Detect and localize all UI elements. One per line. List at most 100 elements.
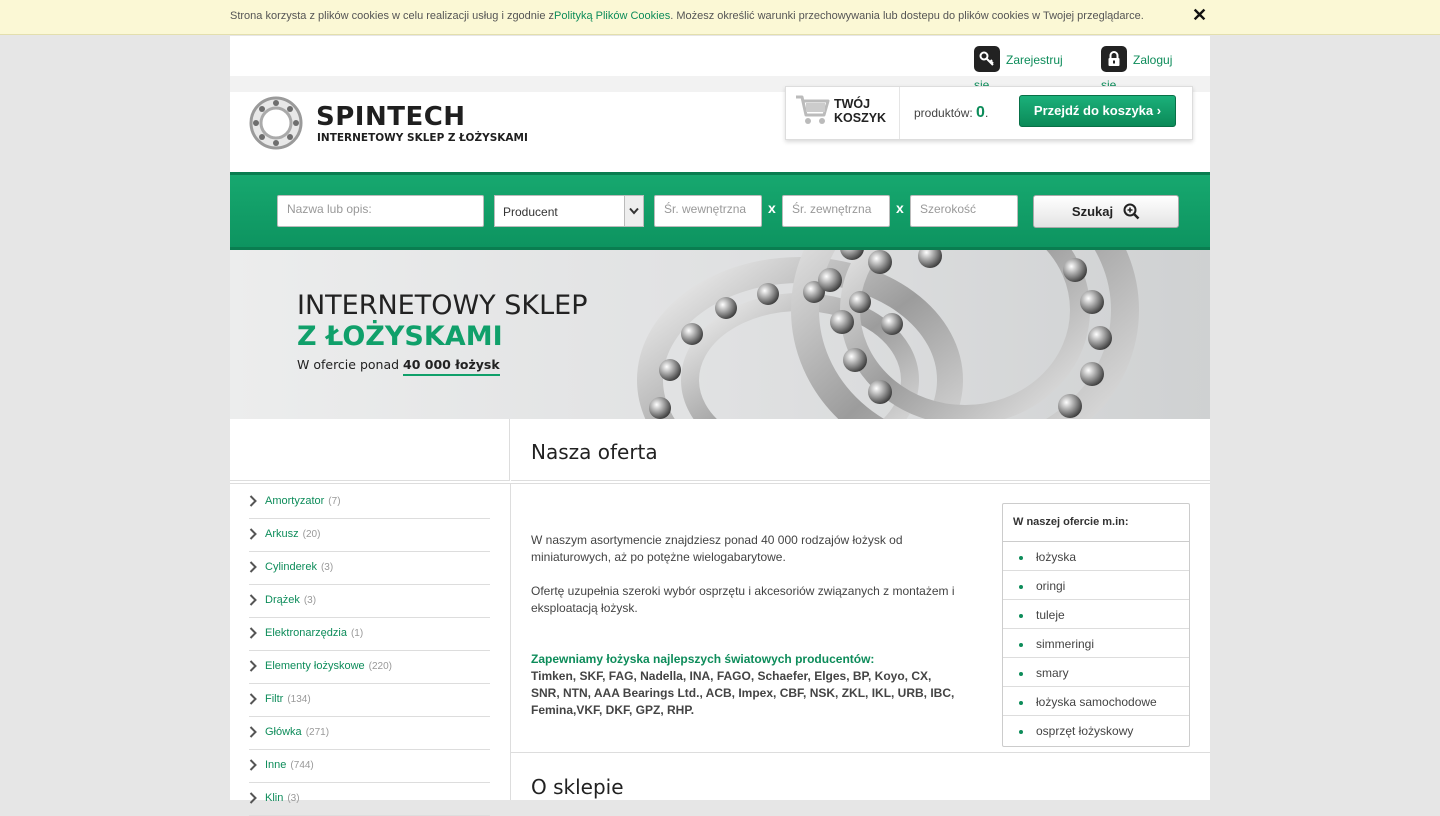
banner-tagline-prefix: W ofercie ponad (297, 357, 404, 372)
category-label: Elementy łożyskowe (220) (265, 660, 393, 672)
offer-list-item: oringi (1003, 571, 1189, 600)
close-icon[interactable]: ✕ (1192, 6, 1207, 24)
go-to-cart-button[interactable]: Przejdź do koszyka › (1019, 95, 1176, 127)
offer-box: W naszej ofercie m.in: łożyska oringi tu… (1002, 503, 1190, 747)
cookie-policy-link[interactable]: Polityką Plików Cookies (554, 10, 670, 22)
chevron-down-icon (624, 196, 643, 226)
cookie-bar: Strona korzysta z plików cookies w celu … (0, 0, 1440, 35)
category-label: Amortyzator (7) (265, 495, 341, 507)
search-button[interactable]: Szukaj (1033, 195, 1179, 228)
producer-select-value: Producent (503, 205, 558, 219)
chevron-right-icon (249, 528, 257, 540)
zoom-in-icon (1123, 203, 1140, 220)
separator-x-1: x (768, 200, 776, 216)
bullet-icon (1019, 730, 1023, 734)
offer-list-item: osprzęt łożyskowy (1003, 716, 1189, 744)
logo-title: SPINTECH (316, 102, 466, 132)
offer-box-title: W naszej ofercie m.in: (1003, 504, 1189, 542)
name-search-input[interactable]: Nazwa lub opis: (277, 195, 484, 227)
offer-paragraph-1: W naszym asortymencie znajdziesz ponad 4… (531, 533, 903, 564)
category-sidebar: Amortyzator (7) Arkusz (20) Cylinderek (3) … (230, 483, 511, 816)
banner-tagline: W ofercie ponad 40 000 łożysk (297, 357, 500, 376)
chevron-right-icon (249, 594, 257, 606)
key-icon (974, 46, 1000, 72)
about-shop-title: O sklepie (531, 775, 624, 799)
category-label: Cylinderek (3) (265, 561, 334, 573)
inner-diameter-input[interactable]: Śr. wewnętrzna (654, 195, 762, 227)
banner-heading-line2: Z ŁOŻYSKAMI (297, 321, 503, 352)
producer-select[interactable]: Producent (494, 195, 644, 227)
chevron-right-icon (249, 693, 257, 705)
producers-paragraph: Zapewniamy łożyska najlepszych światowyc… (531, 651, 961, 719)
bullet-icon (1019, 701, 1023, 705)
cart-count-label: produktów: (914, 106, 973, 120)
bullet-icon (1019, 672, 1023, 676)
category-label: Klin (3) (265, 792, 300, 804)
bearing-logo-icon (249, 96, 303, 150)
outer-diameter-input[interactable]: Śr. zewnętrzna (782, 195, 890, 227)
cart-title-line2: KOSZYK (834, 111, 887, 125)
hero-banner: INTERNETOWY SKLEP Z ŁOŻYSKAMI W ofercie … (230, 250, 1210, 419)
page-title: Nasza oferta (531, 440, 658, 464)
search-button-label: Szukaj (1071, 204, 1114, 219)
category-item[interactable]: Drążek (3) (249, 585, 490, 618)
bullet-icon (1019, 614, 1023, 618)
offer-paragraph-2: Ofertę uzupełnia szeroki wybór osprzętu … (531, 584, 955, 615)
login-label: Zaloguj (1133, 53, 1173, 67)
offer-list-item: simmeringi (1003, 629, 1189, 658)
cart-icon (796, 95, 830, 124)
page: Zarejestruj się Zaloguj się SPINTECH INT… (230, 36, 1210, 816)
bullet-icon (1019, 585, 1023, 589)
logo[interactable]: SPINTECH INTERNETOWY SKLEP Z ŁOŻYSKAMI (248, 92, 528, 154)
sidebar-header (230, 419, 510, 481)
chevron-right-icon (249, 759, 257, 771)
cart-count: produktów: 0. (899, 87, 988, 139)
cart-count-value: 0 (976, 104, 985, 121)
offer-list-item: tuleje (1003, 600, 1189, 629)
category-item[interactable]: Inne (744) (249, 750, 490, 783)
offer-list-item: smary (1003, 658, 1189, 687)
category-item[interactable]: Elektronarzędzia (1) (249, 618, 490, 651)
category-label: Inne (744) (265, 759, 314, 771)
offer-list-item: łożyska samochodowe (1003, 687, 1189, 716)
banner-heading-line1: INTERNETOWY SKLEP (297, 290, 588, 321)
cookie-text-after: . Możesz określić warunki przechowywania… (670, 10, 1144, 22)
separator-x-2: x (896, 200, 904, 216)
chevron-right-icon (249, 792, 257, 804)
category-label: Arkusz (20) (265, 528, 321, 540)
chevron-right-icon (249, 726, 257, 738)
main-header: Nasza oferta (511, 419, 1210, 481)
logo-subtitle: INTERNETOWY SKLEP Z ŁOŻYSKAMI (317, 132, 528, 144)
category-label: Elektronarzędzia (1) (265, 627, 364, 639)
bearing-image (637, 250, 1139, 419)
category-label: Filtr (134) (265, 693, 311, 705)
category-label: Drążek (3) (265, 594, 317, 606)
search-bar: Nazwa lub opis: Producent Śr. wewnętrzna… (230, 172, 1210, 250)
producers-heading: Zapewniamy łożyska najlepszych światowyc… (531, 652, 875, 666)
cart-title: TWÓJ KOSZYK (834, 97, 886, 125)
width-input[interactable]: Szerokość (910, 195, 1018, 227)
register-label: Zarejestruj (1006, 53, 1063, 67)
banner-tagline-highlight: 40 000 łożysk (403, 357, 500, 376)
chevron-right-icon (249, 660, 257, 672)
bullet-icon (1019, 643, 1023, 647)
category-item[interactable]: Cylinderek (3) (249, 552, 490, 585)
offer-list-item: łożyska (1003, 542, 1189, 571)
category-item[interactable]: Arkusz (20) (249, 519, 490, 552)
category-label: Główka (271) (265, 726, 330, 738)
lock-icon (1101, 46, 1127, 72)
bullet-icon (1019, 556, 1023, 560)
cookie-text: Strona korzysta z plików cookies w celu … (230, 10, 1144, 22)
category-item[interactable]: Amortyzator (7) (249, 486, 490, 519)
cart-count-suffix: . (984, 106, 989, 120)
chevron-right-icon (249, 627, 257, 639)
chevron-right-icon (249, 561, 257, 573)
category-item[interactable]: Główka (271) (249, 717, 490, 750)
category-item[interactable]: Filtr (134) (249, 684, 490, 717)
category-item[interactable]: Elementy łożyskowe (220) (249, 651, 490, 684)
offer-section: W naszym asortymencie znajdziesz ponad 4… (511, 483, 1210, 753)
cart-title-line1: TWÓJ (834, 97, 871, 111)
chevron-right-icon (249, 495, 257, 507)
cart-widget: TWÓJ KOSZYK produktów: 0. Przejdź do kos… (785, 86, 1193, 140)
cookie-text-before: Strona korzysta z plików cookies w celu … (230, 10, 555, 22)
